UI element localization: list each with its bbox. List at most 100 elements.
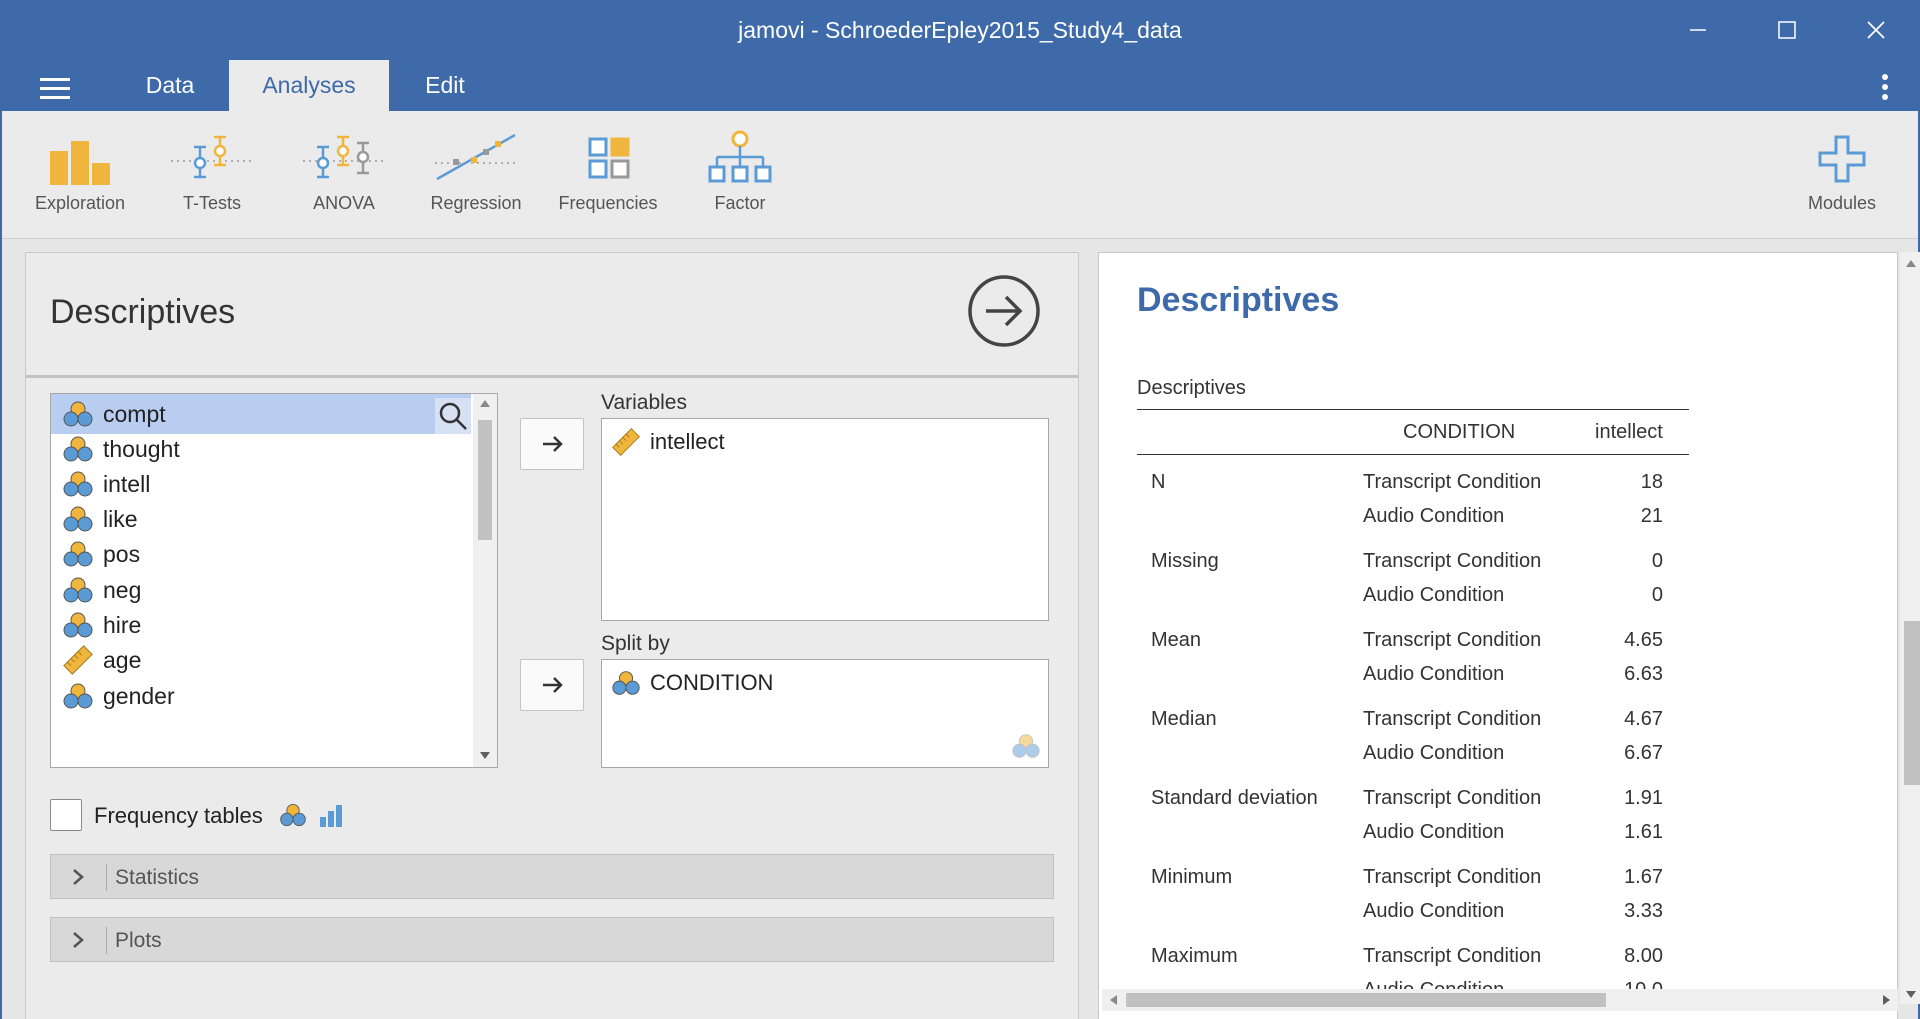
results-horizontal-scrollbar[interactable]: [1102, 989, 1898, 1011]
hamburger-menu-icon[interactable]: [40, 78, 70, 100]
anova-button[interactable]: ANOVA: [279, 129, 409, 214]
factor-icon: [708, 130, 772, 183]
analyses-ribbon: Exploration T-Tests ANOVA Regression Fre…: [2, 111, 1918, 239]
nominal-type-hint-icon: [1012, 734, 1040, 758]
nominal-variable-icon: [63, 541, 93, 567]
t-tests-button[interactable]: T-Tests: [147, 129, 277, 214]
results-title: Descriptives: [1137, 281, 1340, 319]
results-vertical-scrollbar[interactable]: [1900, 252, 1920, 1004]
move-to-splitby-button[interactable]: [520, 659, 584, 711]
list-item[interactable]: age: [51, 640, 471, 680]
variable-name: neg: [103, 576, 142, 603]
group-cell: Audio Condition: [1363, 584, 1505, 606]
frequencies-button[interactable]: Frequencies: [543, 129, 673, 214]
nominal-variable-icon: [63, 401, 93, 427]
scroll-up-icon[interactable]: [1906, 260, 1916, 267]
tab-edit[interactable]: Edit: [400, 60, 490, 111]
group-cell: Transcript Condition: [1363, 866, 1542, 888]
variables-label: Variables: [601, 391, 687, 414]
value-cell: 1.61: [1624, 821, 1663, 843]
title-bar: jamovi - SchroederEpley2015_Study4_data: [0, 0, 1920, 60]
modules-button[interactable]: Modules: [1777, 129, 1907, 214]
nominal-variable-icon: [612, 671, 640, 695]
nominal-variable-icon: [63, 436, 93, 462]
nominal-variable-icon: [63, 506, 93, 532]
list-item[interactable]: compt: [51, 394, 471, 434]
section-divider: [106, 864, 107, 891]
options-title: Descriptives: [50, 293, 236, 331]
value-cell: 1.67: [1624, 866, 1663, 888]
scroll-up-icon[interactable]: [480, 400, 490, 407]
statistics-section[interactable]: Statistics: [50, 854, 1054, 899]
regression-button[interactable]: Regression: [411, 129, 541, 214]
nominal-variable-icon: [63, 471, 93, 497]
arrow-right-icon: [543, 436, 563, 452]
scroll-thumb[interactable]: [478, 420, 492, 540]
nominal-variable-icon: [63, 577, 93, 603]
variable-name: thought: [103, 435, 180, 462]
plots-section[interactable]: Plots: [50, 917, 1054, 962]
group-cell: Transcript Condition: [1363, 550, 1542, 572]
options-divider: [26, 375, 1078, 378]
variable-name: hire: [103, 611, 142, 638]
options-panel: Descriptives compt thought intell like p…: [25, 252, 1079, 1019]
list-item[interactable]: gender: [51, 676, 471, 716]
variables-box[interactable]: intellect: [601, 418, 1049, 621]
window-title: jamovi - SchroederEpley2015_Study4_data: [738, 17, 1182, 43]
list-item[interactable]: intellect: [610, 427, 725, 457]
variable-list-scrollbar[interactable]: [473, 394, 497, 767]
frequency-tables-checkbox[interactable]: [50, 799, 82, 831]
group-cell: Audio Condition: [1363, 821, 1505, 843]
list-item[interactable]: hire: [51, 605, 471, 645]
scroll-down-icon[interactable]: [1906, 991, 1916, 998]
splitby-box[interactable]: CONDITION: [601, 659, 1049, 768]
scroll-down-icon[interactable]: [480, 752, 490, 759]
list-item[interactable]: CONDITION: [610, 668, 773, 698]
list-item[interactable]: pos: [51, 534, 471, 574]
row-label: Standard deviation: [1151, 787, 1318, 809]
table-title: Descriptives: [1137, 377, 1246, 399]
move-to-variables-button[interactable]: [520, 418, 584, 470]
scroll-thumb[interactable]: [1904, 621, 1920, 785]
row-label: Mean: [1151, 629, 1202, 651]
group-cell: Transcript Condition: [1363, 471, 1542, 493]
close-icon[interactable]: [1856, 10, 1896, 50]
value-cell: 0: [1651, 584, 1663, 606]
group-cell: Transcript Condition: [1363, 945, 1542, 967]
list-item[interactable]: thought: [51, 429, 471, 469]
tab-data[interactable]: Data: [120, 60, 220, 111]
variable-name: intellect: [650, 429, 725, 454]
variable-name: pos: [103, 540, 141, 567]
arrow-right-icon: [543, 677, 563, 693]
minimize-icon[interactable]: [1678, 10, 1718, 50]
list-item[interactable]: neg: [51, 570, 471, 610]
table-rule-header: [1137, 454, 1689, 455]
scroll-thumb[interactable]: [1126, 993, 1606, 1007]
value-cell: 3.33: [1624, 900, 1663, 922]
row-label: Minimum: [1151, 866, 1233, 888]
t-tests-icon: [171, 135, 253, 179]
list-item[interactable]: like: [51, 499, 471, 539]
scroll-left-icon[interactable]: [1110, 995, 1117, 1005]
list-item[interactable]: intell: [51, 464, 471, 504]
column-header-intellect: intellect: [1595, 421, 1663, 443]
exploration-button[interactable]: Exploration: [15, 129, 145, 214]
variable-name: CONDITION: [650, 670, 774, 695]
plus-icon: [1818, 135, 1866, 183]
tab-analyses[interactable]: Analyses: [229, 60, 389, 111]
frequency-tables-label: Frequency tables: [94, 803, 263, 828]
scroll-right-icon[interactable]: [1883, 995, 1890, 1005]
variable-name: intell: [103, 470, 151, 497]
more-options-icon[interactable]: [1882, 74, 1890, 102]
workspace: Descriptives compt thought intell like p…: [2, 239, 1920, 1019]
value-cell: 21: [1640, 505, 1663, 527]
plots-section-label: Plots: [115, 929, 162, 952]
value-cell: 0: [1651, 550, 1663, 572]
factor-button[interactable]: Factor: [675, 129, 805, 214]
run-analysis-arrow-icon[interactable]: [966, 273, 1042, 349]
variable-list[interactable]: compt thought intell like pos neg hire a…: [50, 393, 498, 768]
table-rule-top: [1137, 409, 1689, 410]
continuous-variable-icon: [612, 428, 640, 456]
group-cell: Audio Condition: [1363, 742, 1505, 764]
maximize-icon[interactable]: [1767, 10, 1807, 50]
